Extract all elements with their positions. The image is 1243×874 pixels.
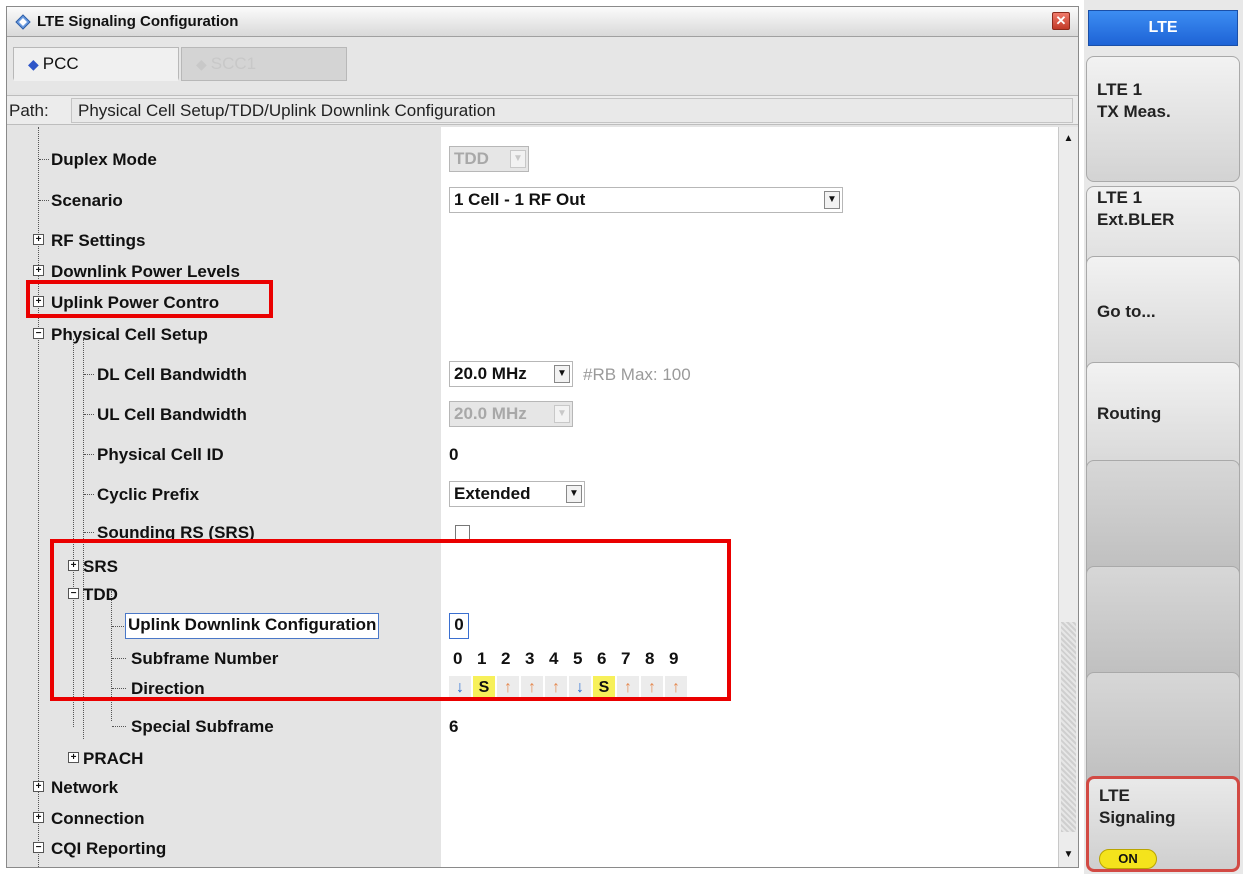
row-scenario: Scenario 1 Cell - 1 RF Out ▼ — [7, 185, 1065, 215]
special-subframe-label: Special Subframe — [131, 717, 274, 736]
row-special-subframe: Special Subframe 6 — [7, 711, 1065, 741]
diamond-icon: ◆ — [196, 56, 207, 72]
duplex-mode-select: TDD ▼ — [449, 146, 529, 172]
scenario-label: Scenario — [51, 191, 123, 210]
path-bar: Path: Physical Cell Setup/TDD/Uplink Dow… — [7, 95, 1078, 125]
annotation-box-uplink-power-control — [26, 280, 273, 318]
scenario-select[interactable]: 1 Cell - 1 RF Out ▼ — [449, 187, 843, 213]
lte-signaling-config-window: LTE Signaling Configuration ✕ ◆ PCC ◆ SCC1… — [6, 6, 1079, 868]
tree-connector — [39, 200, 49, 201]
tab-scc1[interactable]: ◆ SCC1 — [181, 47, 347, 81]
annotation-box-tdd-config — [50, 539, 731, 701]
sounding-rs-checkbox[interactable] — [455, 525, 470, 540]
scroll-up-icon[interactable]: ▲ — [1061, 133, 1076, 147]
panel-header: LTE — [1088, 10, 1238, 46]
softkey-label: LTE Signaling — [1099, 786, 1176, 827]
tree-connector — [112, 726, 126, 727]
config-tree: Duplex Mode TDD ▼ Scenario 1 Cell - 1 RF… — [7, 127, 1065, 867]
softkey-label: Routing — [1097, 404, 1162, 423]
cyclic-prefix-select[interactable]: Extended ▼ — [449, 481, 585, 507]
tree-connector — [84, 454, 94, 455]
rohde-schwarz-logo-icon — [15, 14, 31, 30]
physical-cell-id-value[interactable]: 0 — [449, 445, 458, 465]
path-label: Path: — [9, 101, 49, 120]
rf-settings-label[interactable]: RF Settings — [51, 231, 145, 251]
row-physical-cell-setup[interactable]: − Physical Cell Setup — [7, 319, 1065, 349]
tab-pcc[interactable]: ◆ PCC — [13, 47, 179, 81]
expand-icon[interactable]: + — [33, 234, 44, 245]
dl-cell-bandwidth-label: DL Cell Bandwidth — [97, 365, 247, 384]
collapse-icon[interactable]: − — [33, 842, 44, 853]
scroll-thumb[interactable] — [1061, 622, 1076, 832]
duplex-mode-value: TDD — [454, 149, 489, 168]
softkey-label: LTE 1 TX Meas. — [1097, 80, 1171, 121]
tab-scc1-label: SCC1 — [210, 54, 257, 73]
title-bar: LTE Signaling Configuration ✕ — [7, 7, 1078, 37]
collapse-icon[interactable]: − — [33, 328, 44, 339]
window-title: LTE Signaling Configuration — [37, 13, 239, 30]
softkey-lte-signaling[interactable]: LTE Signaling ON — [1086, 776, 1240, 872]
expand-icon[interactable]: + — [33, 781, 44, 792]
rb-max-text: #RB Max: 100 — [583, 365, 691, 384]
softkey-panel: LTE LTE 1 TX Meas. LTE 1 Ext.BLER Go to.… — [1084, 0, 1243, 874]
physical-cell-setup-label[interactable]: Physical Cell Setup — [51, 325, 208, 345]
row-physical-cell-id: Physical Cell ID 0 — [7, 439, 1065, 469]
tab-pcc-label: PCC — [42, 54, 79, 73]
scroll-down-icon[interactable]: ▼ — [1061, 849, 1076, 863]
chevron-down-icon[interactable]: ▼ — [566, 485, 582, 503]
scenario-value: 1 Cell - 1 RF Out — [454, 190, 586, 209]
downlink-power-levels-label[interactable]: Downlink Power Levels — [51, 262, 240, 282]
row-cyclic-prefix: Cyclic Prefix Extended ▼ — [7, 479, 1065, 509]
diamond-icon: ◆ — [28, 56, 39, 72]
ul-cell-bandwidth-value: 20.0 MHz — [454, 404, 527, 423]
tree-connector — [39, 159, 49, 160]
row-rf-settings[interactable]: + RF Settings — [7, 225, 1065, 255]
chevron-down-icon[interactable]: ▼ — [824, 191, 840, 209]
prach-label[interactable]: PRACH — [83, 749, 143, 769]
row-network[interactable]: + Network — [7, 772, 1065, 802]
cqi-reporting-label[interactable]: CQI Reporting — [51, 839, 166, 859]
dl-cell-bandwidth-select[interactable]: 20.0 MHz ▼ — [449, 361, 573, 387]
duplex-mode-label: Duplex Mode — [51, 150, 157, 169]
row-prach[interactable]: + PRACH — [7, 743, 1065, 773]
expand-icon[interactable]: + — [33, 812, 44, 823]
ul-cell-bandwidth-select: 20.0 MHz ▼ — [449, 401, 573, 427]
row-connection[interactable]: + Connection — [7, 803, 1065, 833]
dl-cell-bandwidth-value: 20.0 MHz — [454, 364, 527, 383]
expand-icon[interactable]: + — [33, 265, 44, 276]
row-ul-cell-bandwidth: UL Cell Bandwidth 20.0 MHz ▼ — [7, 399, 1065, 429]
cyclic-prefix-label: Cyclic Prefix — [97, 485, 200, 504]
signaling-on-badge: ON — [1099, 849, 1157, 869]
tree-connector — [84, 414, 94, 415]
tree-connector — [84, 374, 94, 375]
vertical-scrollbar[interactable]: ▲ ▼ — [1058, 127, 1078, 867]
row-cqi-reporting[interactable]: − CQI Reporting — [7, 833, 1065, 863]
physical-cell-id-label: Physical Cell ID — [97, 445, 224, 464]
row-dl-cell-bandwidth: DL Cell Bandwidth 20.0 MHz ▼ #RB Max: 10… — [7, 359, 1065, 389]
tree-connector — [84, 532, 94, 533]
softkey-lte1-tx-meas[interactable]: LTE 1 TX Meas. — [1086, 56, 1240, 182]
carrier-tabs: ◆ PCC ◆ SCC1 — [7, 37, 1078, 93]
cyclic-prefix-value: Extended — [454, 484, 531, 503]
network-label[interactable]: Network — [51, 778, 118, 798]
chevron-down-icon: ▼ — [510, 150, 526, 168]
ul-cell-bandwidth-label: UL Cell Bandwidth — [97, 405, 247, 424]
chevron-down-icon[interactable]: ▼ — [554, 365, 570, 383]
connection-label[interactable]: Connection — [51, 809, 145, 829]
tree-connector — [84, 494, 94, 495]
special-subframe-value[interactable]: 6 — [449, 717, 458, 737]
expand-icon[interactable]: + — [68, 752, 79, 763]
close-icon[interactable]: ✕ — [1052, 12, 1070, 30]
softkey-label: Go to... — [1097, 302, 1156, 321]
path-value: Physical Cell Setup/TDD/Uplink Downlink … — [71, 98, 1073, 123]
chevron-down-icon: ▼ — [554, 405, 570, 423]
row-duplex-mode: Duplex Mode TDD ▼ — [7, 144, 1065, 174]
softkey-label: LTE 1 Ext.BLER — [1097, 188, 1175, 229]
